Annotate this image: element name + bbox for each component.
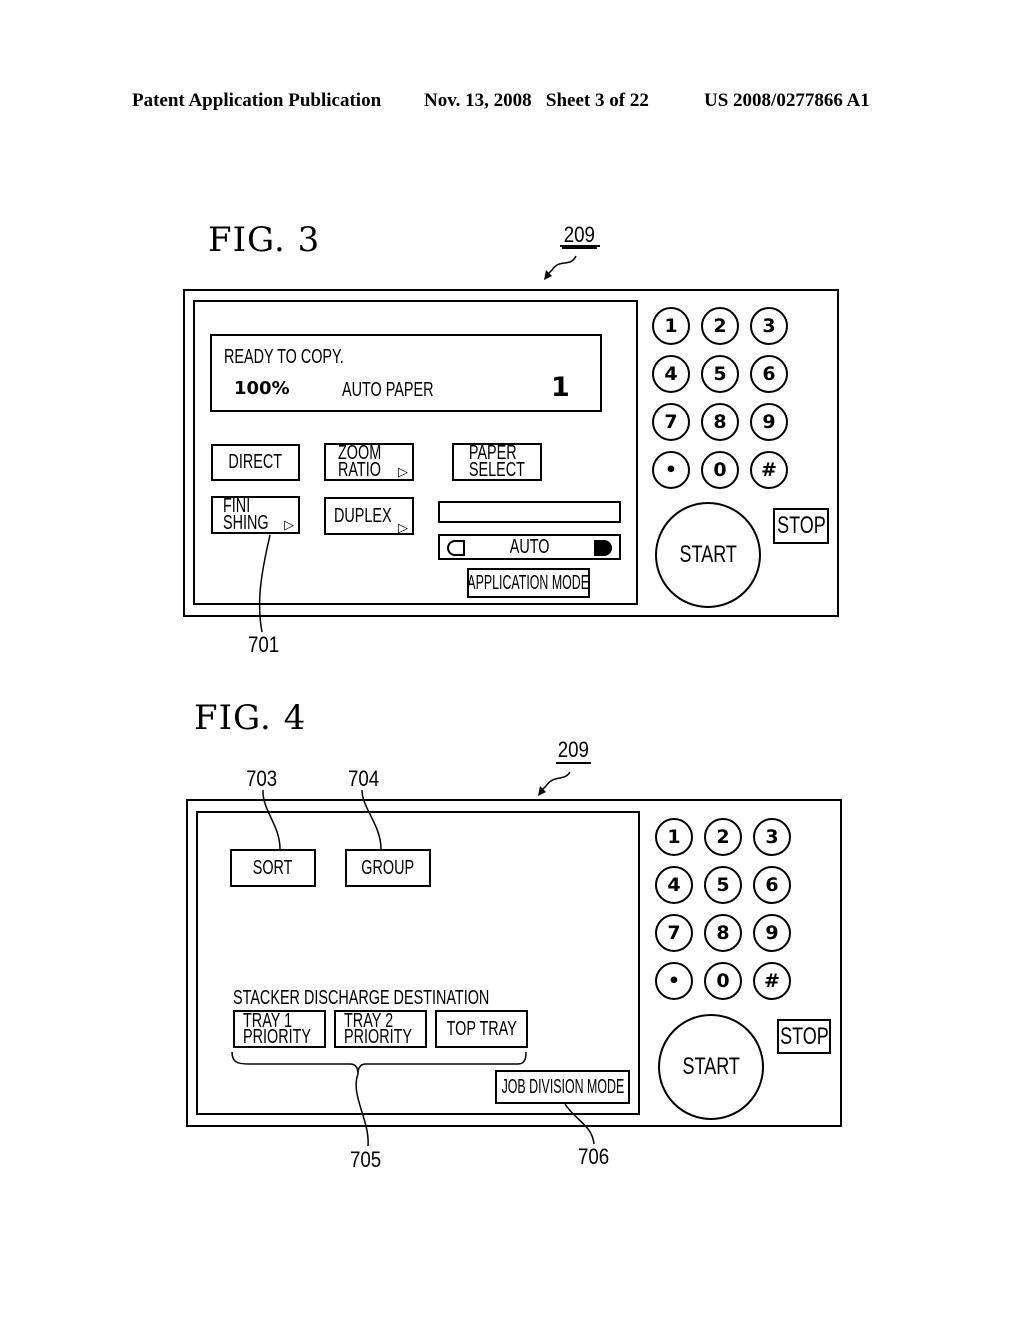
tray2-priority-button[interactable]: TRAY 2 PRIORITY <box>334 1010 427 1048</box>
top-tray-button[interactable]: TOP TRAY <box>435 1010 528 1048</box>
keypad-key[interactable]: 2 <box>704 818 742 856</box>
start-label: START <box>679 541 737 568</box>
stacker-destination-label: STACKER DISCHARGE DESTINATION <box>233 987 490 1009</box>
callout-706: 706 <box>578 1144 610 1169</box>
keypad-key[interactable]: 3 <box>750 307 788 345</box>
duplex-label: DUPLEX <box>334 504 392 527</box>
sort-label: SORT <box>253 856 293 879</box>
group-button[interactable]: GROUP <box>345 849 431 887</box>
keypad-key[interactable]: 0 <box>704 962 742 1000</box>
keypad-key[interactable]: 3 <box>753 818 791 856</box>
keypad-key[interactable]: 4 <box>655 866 693 904</box>
stop-label: STOP <box>776 512 826 539</box>
paper-value: AUTO PAPER <box>342 379 434 401</box>
panel-ref-arrow <box>545 255 577 277</box>
keypad-key[interactable]: 1 <box>652 307 690 345</box>
keypad-key[interactable]: 6 <box>753 866 791 904</box>
direct-label: DIRECT <box>228 451 283 473</box>
keypad-key[interactable]: 7 <box>655 914 693 952</box>
date-sheet-label: Nov. 13, 2008 Sheet 3 of 22 <box>424 90 649 111</box>
keypad-key[interactable]: 9 <box>750 403 788 441</box>
paper-select-label: PAPER SELECT <box>468 443 526 481</box>
stop-label: STOP <box>779 1022 829 1050</box>
dark-density-icon <box>594 540 612 556</box>
status-text: READY TO COPY. <box>224 346 344 368</box>
density-auto-button[interactable]: AUTO <box>438 534 621 560</box>
tray1-priority-label: TRAY 1 PRIORITY <box>243 1010 312 1048</box>
keypad-key[interactable]: • <box>655 962 693 1000</box>
arrowhead <box>538 786 546 796</box>
keypad-key[interactable]: 7 <box>652 403 690 441</box>
keypad-key[interactable]: 8 <box>701 403 739 441</box>
callout-704: 704 <box>348 766 380 791</box>
fig4-panel-ref: 209 <box>556 737 591 764</box>
fig3-panel-ref: 209 <box>562 222 597 249</box>
fig3-title: FIG. 3 <box>208 220 321 260</box>
copy-count: 1 <box>551 372 570 403</box>
direct-button[interactable]: DIRECT <box>211 444 300 481</box>
start-button[interactable]: START <box>658 1014 764 1120</box>
keypad-key[interactable]: 4 <box>652 355 690 393</box>
zoom-ratio-button[interactable]: ZOOM RATIO ▷ <box>324 443 414 481</box>
keypad-key[interactable]: 1 <box>655 818 693 856</box>
submenu-arrow-icon: ▷ <box>284 517 294 532</box>
finishing-button[interactable]: FINI SHING ▷ <box>211 496 300 534</box>
keypad-key[interactable]: 8 <box>704 914 742 952</box>
job-division-mode-button[interactable]: JOB DIVISION MODE <box>495 1070 630 1104</box>
duplex-button[interactable]: DUPLEX ▷ <box>324 497 414 535</box>
keypad-key[interactable]: 0 <box>701 451 739 489</box>
message-display: READY TO COPY. 100% AUTO PAPER 1 <box>210 334 602 412</box>
tray2-priority-label: TRAY 2 PRIORITY <box>344 1010 413 1048</box>
keypad-key[interactable]: 5 <box>701 355 739 393</box>
callout-705: 705 <box>350 1147 382 1172</box>
start-button[interactable]: START <box>655 502 761 608</box>
zoom-value: 100% <box>234 378 290 399</box>
top-tray-label: TOP TRAY <box>446 1017 517 1040</box>
fig4-title: FIG. 4 <box>194 698 307 738</box>
stop-button[interactable]: STOP <box>773 508 829 544</box>
submenu-arrow-icon: ▷ <box>398 520 408 535</box>
arrowhead <box>544 270 552 280</box>
patent-number: US 2008/0277866 A1 <box>704 90 870 111</box>
keypad-key[interactable]: 2 <box>701 307 739 345</box>
callout-701: 701 <box>248 632 280 657</box>
keypad-key[interactable]: 5 <box>704 866 742 904</box>
start-label: START <box>682 1053 740 1080</box>
callout-703: 703 <box>246 766 278 791</box>
density-auto-label: AUTO <box>509 535 550 558</box>
application-mode-label: APPLICATION MODE <box>467 571 590 594</box>
density-indicator-bar <box>438 501 621 523</box>
job-division-mode-label: JOB DIVISION MODE <box>501 1075 624 1098</box>
stop-button[interactable]: STOP <box>777 1019 831 1054</box>
keypad-key[interactable]: 6 <box>750 355 788 393</box>
submenu-arrow-icon: ▷ <box>398 464 408 479</box>
zoom-ratio-label: ZOOM RATIO <box>338 443 382 481</box>
keypad-key[interactable]: # <box>750 451 788 489</box>
application-mode-button[interactable]: APPLICATION MODE <box>467 568 590 598</box>
keypad-key[interactable]: • <box>652 451 690 489</box>
group-label: GROUP <box>361 856 415 879</box>
sort-button[interactable]: SORT <box>230 849 316 887</box>
light-density-icon <box>447 540 465 556</box>
panel-ref-arrow <box>539 771 571 793</box>
keypad-key[interactable]: 9 <box>753 914 791 952</box>
paper-select-button[interactable]: PAPER SELECT <box>452 443 542 481</box>
finishing-label: FINI SHING <box>223 496 269 534</box>
tray1-priority-button[interactable]: TRAY 1 PRIORITY <box>233 1010 326 1048</box>
publication-label: Patent Application Publication <box>132 90 382 111</box>
keypad-key[interactable]: # <box>753 962 791 1000</box>
